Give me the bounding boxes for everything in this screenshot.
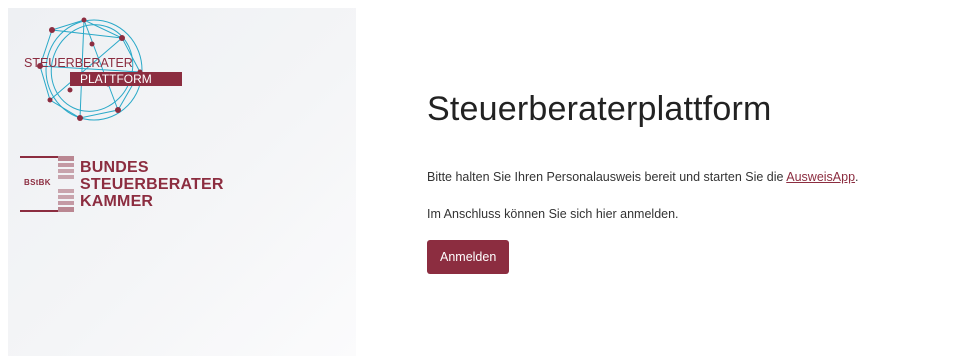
chamber-logo-line2: STEUERBERATER: [80, 176, 224, 193]
platform-logo-line1: STEUERBERATER: [24, 56, 133, 70]
login-panel: Steuerberaterplattform Bitte halten Sie …: [427, 0, 962, 356]
ausweisapp-link[interactable]: AusweisApp: [786, 170, 855, 184]
steuerberater-plattform-logo: STEUERBERATER PLATTFORM: [24, 17, 182, 121]
branding-sidebar: STEUERBERATER PLATTFORM BStBK BUNDES STE…: [8, 8, 356, 356]
platform-logo-line2: PLATTFORM: [80, 72, 152, 86]
instruction-suffix: .: [855, 170, 859, 184]
chamber-logo-abbr: BStBK: [24, 178, 51, 187]
instruction-prefix: Bitte halten Sie Ihren Personalausweis b…: [427, 170, 787, 184]
page-title: Steuerberaterplattform: [427, 90, 772, 128]
instruction-text: Bitte halten Sie Ihren Personalausweis b…: [427, 170, 859, 184]
chamber-logo-line1: BUNDES: [80, 159, 149, 176]
bundessteuerberaterkammer-logo: BStBK BUNDES STEUERBERATER KAMMER: [20, 156, 223, 214]
chamber-logo-line3: KAMMER: [80, 193, 154, 210]
login-button[interactable]: Anmelden: [427, 240, 510, 274]
followup-text: Im Anschluss können Sie sich hier anmeld…: [427, 207, 679, 221]
